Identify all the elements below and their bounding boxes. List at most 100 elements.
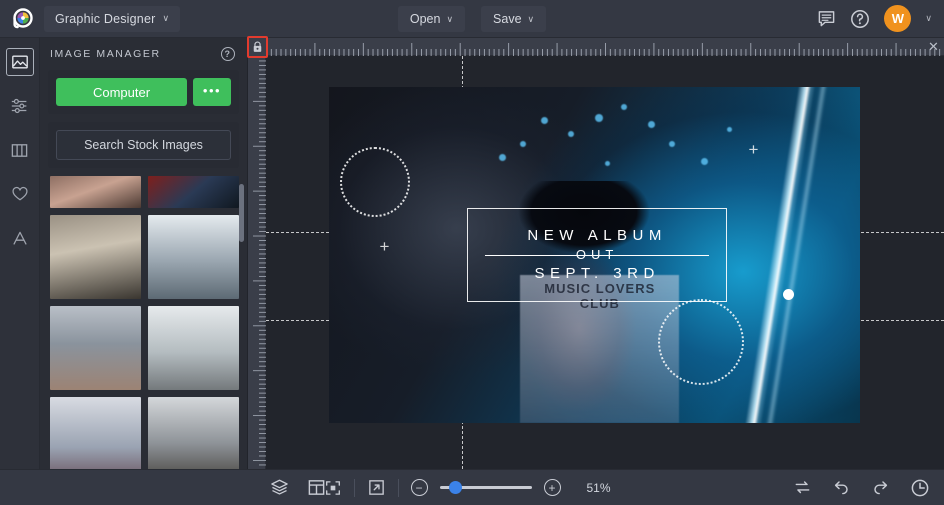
bokeh-dot (567, 130, 574, 137)
save-button[interactable]: Save ∨ (481, 6, 547, 32)
lock-icon (253, 41, 261, 52)
search-stock-images-button[interactable]: Search Stock Images (56, 130, 231, 160)
befunky-logo-icon (11, 7, 33, 30)
more-sources-button[interactable]: ••• (193, 78, 231, 106)
layers-icon[interactable] (270, 478, 289, 497)
close-icon[interactable]: ✕ (927, 39, 940, 54)
zoom-slider-knob[interactable] (448, 481, 462, 494)
artwork-line-3: SEPT. 3RD (534, 265, 660, 283)
text-a-icon (12, 231, 27, 245)
panel-header: IMAGE MANAGER ? (40, 38, 247, 70)
list-item[interactable] (50, 397, 141, 469)
plus-mark: + (379, 237, 390, 257)
app-root: Graphic Designer ∨ Open ∨ Save ∨ W ∨ IMA… (0, 0, 944, 505)
panel-scrollbar-thumb[interactable] (239, 184, 244, 242)
search-stock-box: Search Stock Images (48, 122, 239, 168)
top-bar-right-group: W ∨ (817, 5, 944, 32)
artwork-line-2-wrap: OUT (485, 247, 710, 263)
rail-item-text[interactable] (6, 224, 34, 252)
save-label: Save (493, 12, 522, 26)
bokeh-dot (594, 113, 603, 122)
bottom-left-group (0, 478, 326, 497)
list-item[interactable] (148, 215, 239, 299)
computer-upload-button[interactable]: Computer (56, 78, 187, 106)
zoom-slider[interactable] (439, 481, 532, 495)
undo-icon[interactable] (832, 478, 851, 497)
rail-item-favorites[interactable] (6, 180, 34, 208)
project-type-label: Graphic Designer (55, 11, 156, 26)
panel-title: IMAGE MANAGER (50, 48, 161, 60)
list-item[interactable] (148, 176, 239, 208)
zoom-in-button[interactable]: + (543, 479, 561, 496)
artwork: MUSIC LOVERS CLUB + + NEW ALBUM OUT SEPT… (329, 87, 860, 423)
divider (353, 478, 355, 497)
question-mark-icon[interactable]: ? (221, 47, 235, 61)
bokeh-dot (647, 120, 655, 128)
open-label: Open (409, 12, 441, 26)
panel-scrollbar[interactable] (239, 176, 244, 469)
image-manager-panel: IMAGE MANAGER ? Computer ••• Search Stoc… (40, 38, 248, 469)
white-dot (783, 288, 794, 300)
redo-icon[interactable] (871, 478, 890, 497)
top-bar: Graphic Designer ∨ Open ∨ Save ∨ W ∨ (0, 0, 944, 38)
list-item[interactable] (50, 215, 141, 299)
list-item[interactable] (148, 397, 239, 469)
chevron-down-icon: ∨ (527, 13, 535, 24)
app-logo[interactable] (0, 7, 44, 30)
sliders-icon (11, 98, 26, 114)
divider (397, 478, 399, 497)
avatar[interactable]: W (884, 5, 912, 32)
upload-row: Computer ••• (56, 78, 231, 106)
rail-item-adjust[interactable] (6, 92, 34, 120)
chevron-down-icon: ∨ (446, 13, 454, 24)
thumbnail-list[interactable] (40, 176, 247, 469)
dotted-circle-right (658, 298, 745, 385)
columns-icon (11, 143, 28, 157)
bokeh-dot (621, 103, 628, 110)
bokeh-dot (605, 160, 611, 166)
computer-label: Computer (92, 84, 151, 100)
fit-to-screen-icon[interactable] (324, 479, 342, 497)
rail-item-layout[interactable] (6, 136, 34, 164)
artwork-line-2: OUT (575, 247, 619, 263)
image-icon (11, 55, 28, 69)
help-icon[interactable] (850, 9, 870, 29)
chevron-down-icon: ∨ (162, 13, 170, 23)
expand-icon[interactable] (367, 478, 386, 497)
account-chevron-down-icon[interactable]: ∨ (925, 13, 932, 24)
chat-icon[interactable] (817, 9, 836, 28)
history-clock-icon[interactable] (910, 478, 930, 498)
zoom-level-value: 51% (586, 480, 611, 495)
search-stock-label: Search Stock Images (84, 138, 203, 152)
more-label: ••• (202, 82, 222, 98)
zoom-out-button[interactable]: − (410, 479, 428, 496)
artboard[interactable]: MUSIC LOVERS CLUB + + NEW ALBUM OUT SEPT… (329, 87, 860, 423)
list-item[interactable] (50, 306, 141, 390)
tool-rail (0, 38, 40, 469)
main-body: IMAGE MANAGER ? Computer ••• Search Stoc… (0, 36, 944, 469)
open-button[interactable]: Open ∨ (397, 6, 466, 32)
horizontal-ruler[interactable]: ✕ (248, 38, 944, 56)
list-item[interactable] (148, 306, 239, 390)
rail-item-image[interactable] (5, 48, 34, 76)
project-type-menu[interactable]: Graphic Designer ∨ (44, 5, 181, 32)
compare-swap-icon[interactable] (793, 478, 812, 497)
heart-icon (11, 186, 28, 201)
canvas-stage[interactable]: MUSIC LOVERS CLUB + + NEW ALBUM OUT SEPT… (266, 56, 944, 469)
bottom-bar: − + 51% (0, 469, 944, 505)
thumbnail-grid (50, 176, 239, 469)
list-item[interactable] (50, 176, 141, 208)
ruler-lock-corner[interactable] (247, 36, 268, 58)
shirt-text: MUSIC LOVERS CLUB (544, 281, 656, 311)
upload-box: Computer ••• (48, 70, 239, 114)
vertical-ruler[interactable] (248, 56, 266, 469)
artwork-text-block[interactable]: NEW ALBUM OUT SEPT. 3RD (467, 208, 727, 302)
bottom-right-group (793, 478, 944, 498)
artwork-line-1: NEW ALBUM (527, 227, 667, 245)
canvas-area: ✕ MUSIC LOVERS CLUB + + NEW ALBUM OUT SE… (247, 36, 944, 469)
dotted-circle-left (339, 147, 410, 218)
bokeh-dot (700, 157, 708, 165)
avatar-initial: W (891, 11, 905, 26)
bokeh-dot (668, 140, 675, 147)
bokeh-dot (520, 140, 527, 147)
